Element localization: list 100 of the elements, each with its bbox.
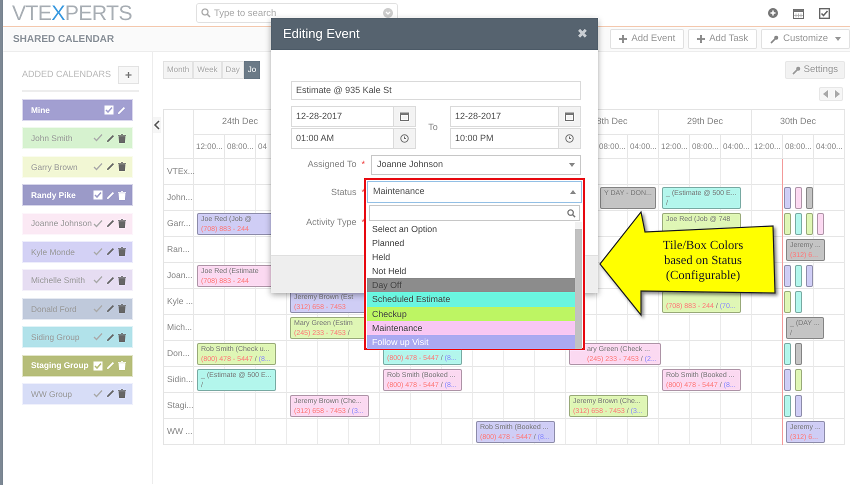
option-search-field[interactable] <box>369 205 580 221</box>
event-strip[interactable] <box>795 265 802 287</box>
dropdown-option[interactable]: Scheduled Estimate <box>367 292 575 307</box>
pencil-icon[interactable] <box>106 219 115 228</box>
event-strip[interactable] <box>784 213 791 235</box>
event-strip[interactable] <box>784 395 791 417</box>
event-strip[interactable] <box>784 369 791 391</box>
pencil-icon[interactable] <box>117 106 126 114</box>
start-time-field[interactable]: 01:00 AM <box>291 128 394 149</box>
row-label: John... <box>167 191 193 204</box>
dropdown-option[interactable]: Not Held <box>367 264 575 278</box>
subject-field[interactable]: Estimate @ 935 Kale St <box>291 81 581 100</box>
calendar-item[interactable]: Randy Pike <box>22 184 133 206</box>
next-arrow-icon[interactable] <box>834 90 840 98</box>
pencil-icon[interactable] <box>106 134 115 143</box>
view-tab[interactable]: Week <box>193 61 222 79</box>
dropdown-option[interactable]: Checkup <box>367 306 575 321</box>
calendar-item[interactable]: Garry Brown <box>22 156 133 178</box>
calendar-picker-button[interactable] <box>394 106 416 127</box>
add-circle-icon[interactable] <box>768 8 778 18</box>
calendar-item[interactable]: Mine <box>22 99 133 121</box>
view-tab[interactable]: Jo <box>244 61 260 79</box>
add-calendar-button[interactable]: + <box>118 66 139 84</box>
time-picker-button[interactable] <box>559 128 581 149</box>
add-button[interactable]: Add Event <box>610 29 684 49</box>
pencil-icon[interactable] <box>106 389 115 398</box>
checked-icon[interactable] <box>93 246 103 257</box>
event-strip[interactable] <box>784 291 791 313</box>
checked-icon[interactable] <box>93 133 103 144</box>
event-strip[interactable] <box>795 395 802 417</box>
dropdown-option[interactable]: Follow up Visit <box>367 334 575 349</box>
chevron-left-icon[interactable] <box>153 117 161 133</box>
event-strip[interactable] <box>795 291 802 313</box>
checked-icon[interactable] <box>93 275 103 286</box>
checked-icon[interactable] <box>93 190 103 200</box>
calendar-item[interactable]: Kyle Monde <box>22 240 133 263</box>
view-tab[interactable]: Month <box>163 61 194 79</box>
calendar-icon <box>400 112 409 121</box>
search-icon <box>201 8 211 18</box>
close-button[interactable]: ✖ <box>577 24 588 44</box>
customize-button[interactable]: Customize <box>761 29 850 49</box>
settings-button[interactable]: Settings <box>784 61 845 79</box>
checked-icon[interactable] <box>93 162 103 172</box>
trash-icon[interactable] <box>118 134 126 143</box>
event-strip[interactable] <box>806 265 813 287</box>
trash-icon[interactable] <box>118 247 126 256</box>
trash-icon[interactable] <box>118 276 126 285</box>
dropdown-option[interactable]: Day Off <box>367 278 575 292</box>
event-strip[interactable] <box>784 187 791 209</box>
event-strip[interactable] <box>795 343 802 365</box>
calendar-icon[interactable] <box>793 8 804 18</box>
status-select[interactable]: Maintenance <box>367 181 582 203</box>
pencil-icon[interactable] <box>106 304 115 314</box>
event-strip[interactable] <box>784 343 791 365</box>
event-strip[interactable] <box>795 213 802 235</box>
checked-icon[interactable] <box>93 304 103 314</box>
trash-icon[interactable] <box>118 389 126 398</box>
calendar-item[interactable]: Siding Group <box>22 326 133 348</box>
dropdown-option[interactable]: Held <box>367 250 575 264</box>
dropdown-option[interactable]: Select an Option <box>367 222 575 236</box>
calendar-item[interactable]: Staging Group <box>22 354 133 377</box>
dropdown-option[interactable]: Planned <box>367 236 575 250</box>
end-date-field[interactable]: 12-28-2017 <box>450 106 559 127</box>
checked-icon[interactable] <box>104 105 114 115</box>
calendar-item[interactable]: John Smith <box>22 127 133 150</box>
checkbox-icon[interactable] <box>819 8 830 18</box>
checked-icon[interactable] <box>93 332 103 342</box>
calendar-picker-button[interactable] <box>559 106 581 127</box>
view-tab[interactable]: Day <box>222 61 244 79</box>
checked-icon[interactable] <box>93 360 103 371</box>
scrollbar[interactable] <box>575 222 582 349</box>
calendar-item[interactable]: WW Group <box>22 382 133 405</box>
trash-icon[interactable] <box>118 304 126 314</box>
event-strip[interactable] <box>817 213 824 235</box>
trash-icon[interactable] <box>118 332 126 342</box>
assignee-select[interactable]: Joanne Johnson <box>371 155 581 175</box>
pencil-icon[interactable] <box>106 162 115 172</box>
event-strip[interactable] <box>806 213 813 235</box>
event-strip[interactable] <box>795 187 802 209</box>
pencil-icon[interactable] <box>106 247 115 256</box>
checked-icon[interactable] <box>93 388 103 399</box>
checked-icon[interactable] <box>93 218 103 229</box>
pencil-icon[interactable] <box>106 276 115 285</box>
event-strip[interactable] <box>806 187 813 209</box>
event-strip[interactable] <box>784 265 791 287</box>
pencil-icon[interactable] <box>106 332 115 342</box>
trash-icon[interactable] <box>118 162 126 172</box>
field-label: Activity Type <box>306 217 356 228</box>
pencil-icon[interactable] <box>106 190 115 200</box>
chevron-circle-icon[interactable] <box>383 8 393 18</box>
previous-arrow-icon[interactable] <box>822 90 828 98</box>
dropdown-option[interactable]: Maintenance <box>367 320 575 335</box>
trash-icon[interactable] <box>118 219 126 228</box>
end-time-field[interactable]: 10:00 PM <box>450 128 559 149</box>
start-date-field[interactable]: 12-28-2017 <box>291 106 394 127</box>
event-strip[interactable] <box>795 369 802 391</box>
calendar-item[interactable]: Michelle Smith <box>22 269 133 292</box>
calendar-item[interactable]: Joanne Johnson <box>22 212 133 235</box>
time-picker-button[interactable] <box>394 128 416 149</box>
add-button[interactable]: Add Task <box>688 29 758 49</box>
